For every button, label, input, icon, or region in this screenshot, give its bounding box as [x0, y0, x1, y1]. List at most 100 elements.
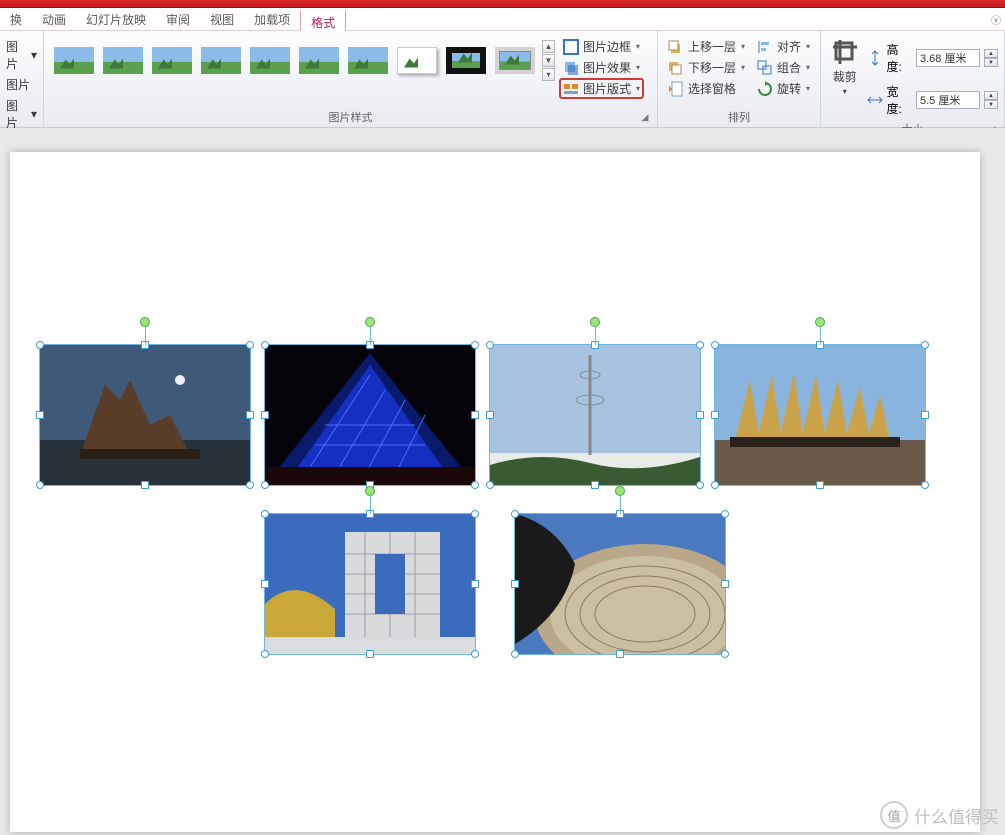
selected-image-2[interactable]: [265, 345, 475, 485]
selection-handle[interactable]: [591, 481, 599, 489]
tab-slideshow[interactable]: 幻灯片放映: [76, 8, 156, 30]
selection-handle[interactable]: [486, 481, 494, 489]
style-thumb-9[interactable]: [442, 38, 490, 82]
selection-handle[interactable]: [511, 580, 519, 588]
selected-image-3[interactable]: [490, 345, 700, 485]
rotate-handle[interactable]: [615, 486, 625, 496]
ribbon: 图片▾ 图片 图片▾ ▲ ▼ ▾: [0, 31, 1005, 128]
selection-handle[interactable]: [246, 411, 254, 419]
selected-image-6[interactable]: [515, 514, 725, 654]
bring-forward-button[interactable]: 上移一层▾: [664, 36, 749, 57]
selected-image-5[interactable]: [265, 514, 475, 654]
selection-handle[interactable]: [921, 411, 929, 419]
style-thumb-8[interactable]: [393, 38, 441, 82]
selection-handle[interactable]: [486, 341, 494, 349]
selection-handle[interactable]: [696, 481, 704, 489]
selection-handle[interactable]: [921, 481, 929, 489]
slide[interactable]: [10, 152, 980, 832]
group-button[interactable]: 组合▾: [753, 57, 814, 78]
rotate-handle[interactable]: [365, 486, 375, 496]
selection-handle[interactable]: [36, 481, 44, 489]
selection-handle[interactable]: [261, 510, 269, 518]
selection-pane-button[interactable]: 选择窗格: [664, 78, 749, 99]
selection-handle[interactable]: [696, 341, 704, 349]
width-up[interactable]: ▲: [984, 91, 998, 100]
rotate-button[interactable]: 旋转▾: [753, 78, 814, 99]
selection-handle[interactable]: [36, 341, 44, 349]
selection-handle[interactable]: [246, 481, 254, 489]
rotate-handle[interactable]: [815, 317, 825, 327]
selection-handle[interactable]: [471, 481, 479, 489]
selection-handle[interactable]: [261, 341, 269, 349]
crop-button[interactable]: 裁剪▾: [825, 34, 864, 100]
selection-handle[interactable]: [471, 341, 479, 349]
send-backward-button[interactable]: 下移一层▾: [664, 57, 749, 78]
selection-handle[interactable]: [471, 650, 479, 658]
selection-handle[interactable]: [711, 481, 719, 489]
style-thumb-2[interactable]: [99, 38, 147, 82]
style-thumb-1[interactable]: [50, 38, 98, 82]
height-up[interactable]: ▲: [984, 49, 998, 58]
selected-image-1[interactable]: [40, 345, 250, 485]
selection-handle[interactable]: [261, 580, 269, 588]
height-down[interactable]: ▼: [984, 58, 998, 67]
height-input[interactable]: [916, 49, 980, 67]
gallery-more-icon[interactable]: ▾: [542, 68, 555, 81]
selection-handle[interactable]: [921, 341, 929, 349]
tab-view[interactable]: 视图: [200, 8, 244, 30]
selection-handle[interactable]: [471, 411, 479, 419]
align-icon: [757, 39, 773, 55]
tab-format[interactable]: 格式: [300, 9, 346, 31]
width-down[interactable]: ▼: [984, 100, 998, 109]
group-icon: [757, 60, 773, 76]
selection-handle[interactable]: [36, 411, 44, 419]
selection-handle[interactable]: [246, 341, 254, 349]
style-thumb-7[interactable]: [344, 38, 392, 82]
style-thumb-4[interactable]: [197, 38, 245, 82]
selection-handle[interactable]: [711, 341, 719, 349]
style-thumb-10[interactable]: [491, 38, 539, 82]
picture-layout-button[interactable]: 图片版式▾: [559, 78, 644, 99]
selection-handle[interactable]: [261, 481, 269, 489]
selection-handle[interactable]: [261, 411, 269, 419]
selection-handle[interactable]: [511, 510, 519, 518]
picture-border-button[interactable]: 图片边框▾: [559, 36, 644, 57]
selection-handle[interactable]: [721, 580, 729, 588]
gallery-up-icon[interactable]: ▲: [542, 40, 555, 53]
selection-handle[interactable]: [366, 650, 374, 658]
rotate-handle[interactable]: [365, 317, 375, 327]
adjust-item-1[interactable]: 图片▾: [4, 36, 39, 74]
tab-addins[interactable]: 加载项: [244, 8, 300, 30]
selection-handle[interactable]: [711, 411, 719, 419]
height-icon: [867, 50, 883, 66]
selection-handle[interactable]: [696, 411, 704, 419]
selection-handle[interactable]: [616, 650, 624, 658]
styles-launcher-icon[interactable]: ◢: [639, 112, 651, 124]
selection-handle[interactable]: [471, 580, 479, 588]
group-adjust: 图片▾ 图片 图片▾: [0, 31, 44, 127]
selection-handle[interactable]: [471, 510, 479, 518]
adjust-item-2[interactable]: 图片: [4, 74, 39, 95]
selection-handle[interactable]: [511, 650, 519, 658]
tab-animation[interactable]: 动画: [32, 8, 76, 30]
selection-handle[interactable]: [721, 650, 729, 658]
selected-image-4[interactable]: [715, 345, 925, 485]
tab-review[interactable]: 审阅: [156, 8, 200, 30]
selection-handle[interactable]: [261, 650, 269, 658]
style-thumb-5[interactable]: [246, 38, 294, 82]
selection-handle[interactable]: [141, 481, 149, 489]
style-thumb-6[interactable]: [295, 38, 343, 82]
style-thumb-3[interactable]: [148, 38, 196, 82]
width-input[interactable]: [916, 91, 980, 109]
selection-handle[interactable]: [816, 481, 824, 489]
selection-handle[interactable]: [721, 510, 729, 518]
rotate-handle[interactable]: [140, 317, 150, 327]
rotate-handle[interactable]: [590, 317, 600, 327]
selection-handle[interactable]: [486, 411, 494, 419]
tab-transition[interactable]: 换: [0, 8, 32, 30]
gallery-down-icon[interactable]: ▼: [542, 54, 555, 67]
collapse-ribbon-icon[interactable]: ⓥ: [991, 12, 1001, 27]
align-button[interactable]: 对齐▾: [753, 36, 814, 57]
picture-effects-button[interactable]: 图片效果▾: [559, 57, 644, 78]
slide-canvas[interactable]: [0, 128, 1005, 835]
